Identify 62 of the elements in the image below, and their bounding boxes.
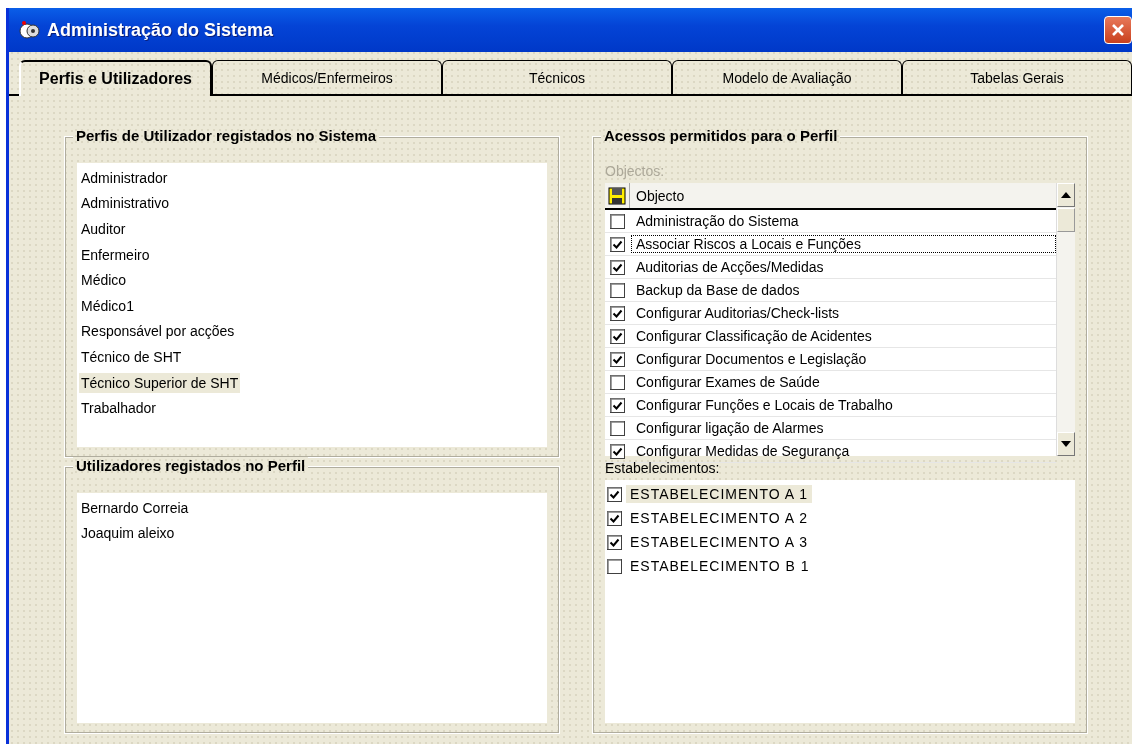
checkbox[interactable] (609, 374, 625, 390)
list-item[interactable]: ESTABELECIMENTO A 1 (626, 485, 812, 503)
table-cell[interactable]: Configurar Funções e Locais de Trabalho (631, 396, 1056, 414)
tab[interactable]: Perfis e Utilizadores (19, 60, 213, 96)
triangle-down-icon (1061, 441, 1071, 447)
list-item[interactable]: ESTABELECIMENTO A 3 (626, 533, 812, 551)
table-cell[interactable]: Configurar Auditorias/Check-lists (631, 304, 1056, 322)
tab[interactable]: Médicos/Enfermeiros (212, 60, 443, 94)
list-item[interactable]: Enfermeiro (79, 244, 152, 265)
scrollbar[interactable] (1056, 183, 1075, 456)
scroll-down-button[interactable] (1057, 432, 1075, 456)
checkbox[interactable] (609, 351, 625, 367)
checkbox[interactable] (607, 534, 622, 550)
field-label: Estabelecimentos: (605, 460, 721, 478)
close-button[interactable] (1104, 16, 1132, 44)
table-cell[interactable]: Administração do Sistema (631, 212, 1056, 230)
list-item[interactable]: Técnico de SHT (79, 346, 184, 367)
checkbox[interactable] (607, 486, 622, 502)
tab[interactable]: Técnicos (442, 60, 673, 94)
checkbox[interactable] (609, 305, 625, 321)
list-item[interactable]: ESTABELECIMENTO B 1 (626, 557, 814, 575)
list-item[interactable]: Bernardo Correia (79, 497, 191, 518)
table-cell[interactable]: Associar Riscos a Locais e Funções (631, 235, 1056, 253)
table-cell[interactable]: Configurar Classificação de Acidentes (631, 327, 1056, 345)
group-title: Perfis de Utilizador registados no Sistema (73, 127, 380, 144)
field-label: Objectos: (605, 163, 666, 181)
checkbox[interactable] (609, 443, 625, 459)
table-cell[interactable]: Configurar Exames de Saúde (631, 373, 1056, 391)
list-item[interactable]: ESTABELECIMENTO A 2 (626, 509, 812, 527)
app-icon (19, 20, 41, 40)
checkbox[interactable] (609, 236, 625, 252)
tab[interactable]: Modelo de Avaliação (672, 60, 902, 94)
list-item[interactable]: Joaquim aleixo (79, 523, 177, 544)
list-item[interactable]: Responsável por acções (79, 321, 237, 342)
checkbox[interactable] (609, 328, 625, 344)
list-item[interactable]: Administrativo (79, 193, 171, 214)
table-cell[interactable]: Backup da Base de dados (631, 281, 1056, 299)
scroll-thumb[interactable] (1057, 208, 1075, 232)
table-cell[interactable]: Configurar Medidas de Segurança (631, 442, 1056, 460)
window-title: Administração do Sistema (47, 19, 275, 41)
table-cell[interactable]: Configurar Documentos e Legislação (631, 350, 1056, 368)
table-cell[interactable]: Auditorias de Acções/Medidas (631, 258, 1056, 276)
group-title: Utilizadores registados no Perfil (73, 457, 309, 474)
checkbox[interactable] (609, 282, 625, 298)
checkbox[interactable] (607, 510, 622, 526)
checkbox[interactable] (609, 259, 625, 275)
checkbox[interactable] (607, 558, 622, 574)
list-item[interactable]: Médico1 (79, 295, 136, 316)
close-icon (1111, 23, 1125, 37)
scroll-up-button[interactable] (1057, 183, 1075, 207)
triangle-up-icon (1061, 192, 1071, 198)
tab[interactable]: Tabelas Gerais (902, 60, 1132, 94)
list-item[interactable]: Técnico Superior de SHT (79, 372, 241, 393)
list-item[interactable]: Auditor (79, 219, 128, 239)
list-item[interactable]: Médico (79, 270, 129, 291)
list-item[interactable]: Administrador (79, 167, 170, 188)
list-item[interactable]: Trabalhador (79, 398, 158, 419)
checkbox[interactable] (609, 397, 625, 413)
checkbox[interactable] (609, 213, 625, 229)
table-cell[interactable]: Configurar ligação de Alarmes (631, 419, 1056, 437)
group-title: Acessos permitidos para o Perfil (601, 127, 841, 144)
checkbox[interactable] (609, 420, 625, 436)
